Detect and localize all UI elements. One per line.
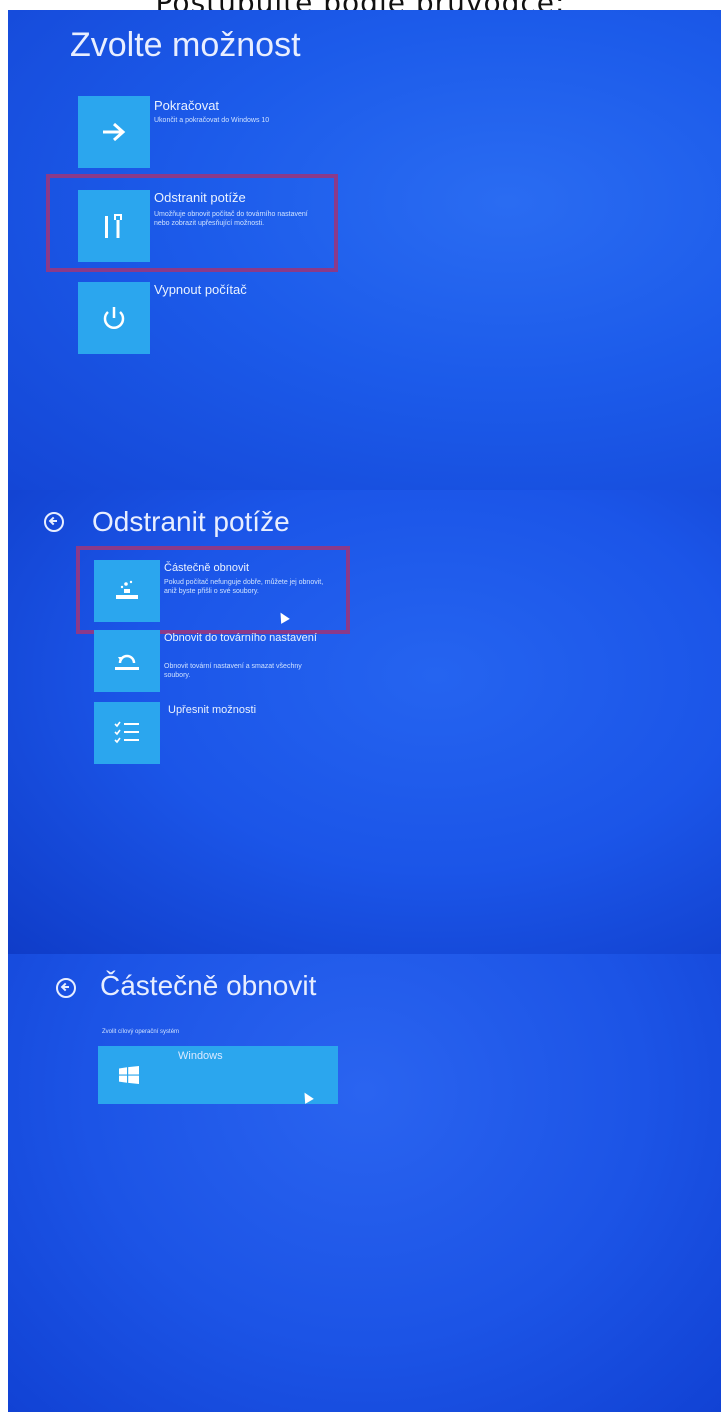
power-icon: [103, 307, 125, 329]
back-arrow-icon[interactable]: [56, 978, 76, 998]
option-title: Pokračovat: [154, 98, 220, 113]
highlight-box: [76, 546, 350, 634]
option-title: Windows: [178, 1050, 223, 1062]
option-title: Obnovit do továrního nastavení: [164, 632, 317, 644]
option-description: Obnovit tovární nastavení a smazat všech…: [164, 663, 302, 679]
reset-icon: [115, 654, 139, 670]
advanced-tile[interactable]: [94, 702, 160, 764]
partial-restore-screen: Částečně obnovit Zvolit cílový operační …: [8, 954, 721, 1412]
page-title: Částečně obnovit: [100, 970, 317, 1001]
option-description: Ukončit a pokračovat do Windows 10: [154, 117, 270, 124]
shutdown-tile[interactable]: [78, 282, 150, 354]
reset-tile[interactable]: [94, 630, 160, 692]
choose-option-screen: Zvolte možnost Pokračovat Ukončit a pokr…: [8, 10, 721, 490]
windows-logo-icon: [119, 1066, 139, 1084]
windows-logo-tile: [98, 1046, 160, 1104]
continue-tile[interactable]: [78, 96, 150, 168]
page-title: Zvolte možnost: [70, 26, 301, 64]
back-arrow-icon[interactable]: [44, 512, 64, 532]
checklist-icon: [114, 721, 139, 744]
highlight-box: [46, 174, 338, 272]
page-subtitle: Zvolit cílový operační systém: [102, 1029, 180, 1035]
troubleshoot-screen: Odstranit potíže Částečně obnovit Pokud …: [8, 490, 721, 954]
option-title: Upřesnit možnosti: [168, 704, 257, 716]
arrow-right-icon: [103, 122, 126, 142]
option-title: Vypnout počítač: [154, 282, 247, 297]
page-title: Odstranit potíže: [92, 506, 290, 537]
